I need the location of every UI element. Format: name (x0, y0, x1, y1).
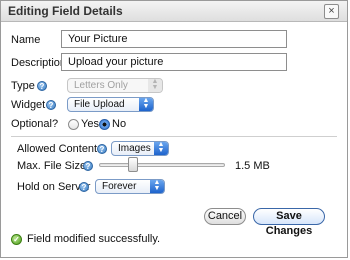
widget-select[interactable]: File Upload ▲ ▼ (67, 97, 154, 112)
status-message: Field modified successfully. (27, 233, 161, 245)
edit-field-dialog: Editing Field Details × Name Your Pictur… (0, 0, 348, 258)
chevron-updown-icon: ▲ ▼ (139, 97, 153, 111)
optional-yes-label[interactable]: Yes (81, 118, 99, 130)
chevron-updown-icon: ▲ ▼ (148, 78, 162, 92)
allowed-content-select[interactable]: Images ▲ ▼ (111, 141, 169, 156)
hold-on-server-select[interactable]: Forever ▲ ▼ (95, 179, 165, 194)
check-icon: ✓ (11, 234, 22, 245)
file-size-slider-thumb[interactable] (128, 157, 138, 172)
type-select-value: Letters Only (74, 80, 128, 91)
allowed-content-select-value: Images (118, 143, 151, 154)
widget-label: Widget (11, 99, 46, 111)
type-label: Type (11, 80, 35, 92)
close-icon[interactable]: × (324, 4, 339, 19)
save-changes-button[interactable]: Save Changes (253, 208, 325, 237)
dialog-titlebar: Editing Field Details × (1, 1, 347, 22)
optional-yes-radio[interactable] (68, 119, 79, 130)
max-file-size-label: Max. File Size (17, 160, 87, 172)
chevron-updown-icon: ▲ ▼ (154, 141, 168, 155)
section-divider (11, 136, 337, 137)
description-label: Description (11, 57, 67, 69)
optional-no-label[interactable]: No (112, 118, 126, 130)
max-file-size-help-icon[interactable]: ? (83, 161, 93, 171)
optional-no-radio[interactable] (99, 119, 110, 130)
name-label: Name (11, 34, 41, 46)
chevron-updown-icon: ▲ ▼ (150, 179, 164, 193)
description-input[interactable]: Upload your picture (61, 53, 287, 71)
type-select: Letters Only ▲ ▼ (67, 78, 163, 93)
type-help-icon[interactable]: ? (37, 81, 47, 91)
widget-select-value: File Upload (74, 99, 125, 110)
widget-help-icon[interactable]: ? (46, 100, 56, 110)
optional-label: Optional? (11, 118, 59, 130)
hold-on-server-select-value: Forever (102, 181, 137, 192)
file-size-slider-track[interactable] (99, 163, 225, 167)
hold-on-server-help-icon[interactable]: ? (79, 182, 89, 192)
max-file-size-value: 1.5 MB (235, 160, 270, 172)
name-input[interactable]: Your Picture (61, 30, 287, 48)
allowed-content-label: Allowed Content (17, 143, 98, 155)
dialog-title: Editing Field Details (8, 4, 123, 18)
cancel-button[interactable]: Cancel (204, 208, 246, 225)
allowed-content-help-icon[interactable]: ? (97, 144, 107, 154)
